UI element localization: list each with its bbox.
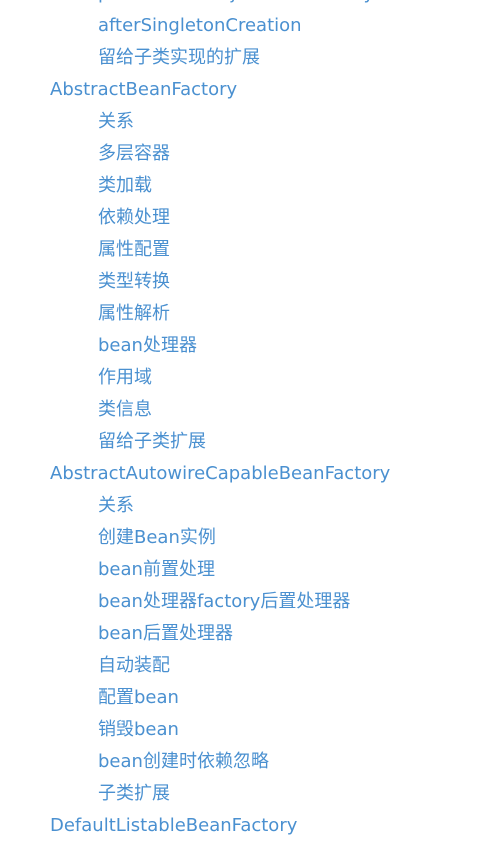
toc-item-factory-post-processor[interactable]: bean处理器factory后置处理器 xyxy=(0,586,499,618)
toc-item-property-config[interactable]: 属性配置 xyxy=(0,234,499,266)
toc-item-configure-bean[interactable]: 配置bean xyxy=(0,682,499,714)
toc-item-bean-post-processor[interactable]: bean后置处理器 xyxy=(0,618,499,650)
toc-item-bean-processor[interactable]: bean处理器 xyxy=(0,330,499,362)
toc-item-ignore-dependency[interactable]: bean创建时依赖忽略 xyxy=(0,746,499,778)
toc-item-destroy-bean[interactable]: 销毁bean xyxy=(0,714,499,746)
toc-item-subclass-extension-3[interactable]: 子类扩展 xyxy=(0,778,499,810)
toc-item-property-resolution[interactable]: 属性解析 xyxy=(0,298,499,330)
table-of-contents: postProcessObjectFromFactoryBean afterSi… xyxy=(0,0,499,842)
toc-item-postprocess-partial[interactable]: postProcessObjectFromFactoryBean xyxy=(0,0,499,10)
toc-section-abstract-bean-factory[interactable]: AbstractBeanFactory xyxy=(0,74,499,106)
toc-section-default-listable-partial[interactable]: DefaultListableBeanFactory xyxy=(0,810,499,842)
toc-item-autowiring[interactable]: 自动装配 xyxy=(0,650,499,682)
toc-item-dependency-handling[interactable]: 依赖处理 xyxy=(0,202,499,234)
toc-item-class-loading[interactable]: 类加载 xyxy=(0,170,499,202)
toc-item-relation[interactable]: 关系 xyxy=(0,106,499,138)
toc-item-scope[interactable]: 作用域 xyxy=(0,362,499,394)
toc-item-relation-2[interactable]: 关系 xyxy=(0,490,499,522)
toc-item-create-bean-instance[interactable]: 创建Bean实例 xyxy=(0,522,499,554)
toc-item-class-info[interactable]: 类信息 xyxy=(0,394,499,426)
toc-item-subclass-extension[interactable]: 留给子类实现的扩展 xyxy=(0,42,499,74)
toc-section-abstract-autowire-capable-bean-factory[interactable]: AbstractAutowireCapableBeanFactory xyxy=(0,458,499,490)
toc-item-multi-level-container[interactable]: 多层容器 xyxy=(0,138,499,170)
toc-item-type-conversion[interactable]: 类型转换 xyxy=(0,266,499,298)
toc-item-bean-pre-processing[interactable]: bean前置处理 xyxy=(0,554,499,586)
toc-item-subclass-extension-2[interactable]: 留给子类扩展 xyxy=(0,426,499,458)
toc-item-after-singleton-creation[interactable]: afterSingletonCreation xyxy=(0,10,499,42)
